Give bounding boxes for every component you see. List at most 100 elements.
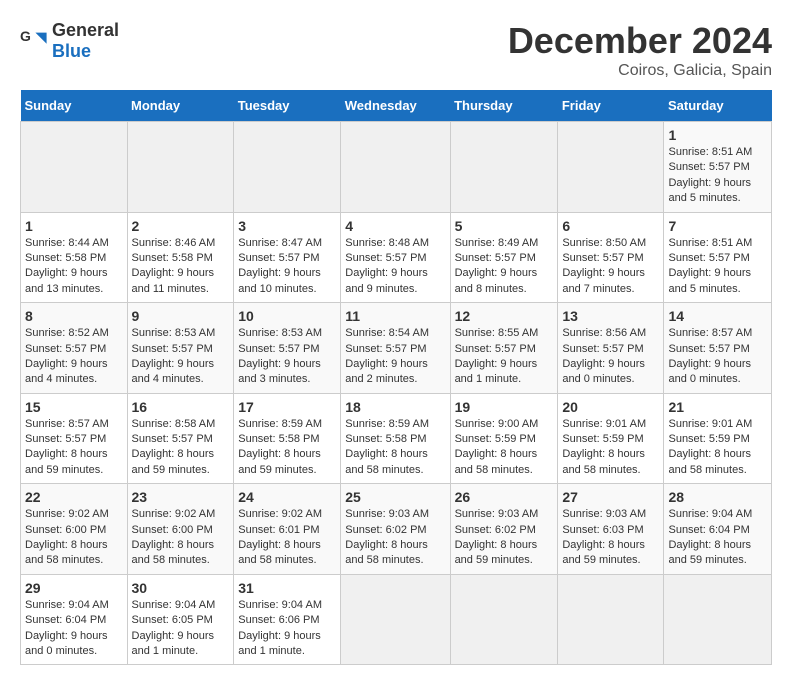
calendar-week-row: 1Sunrise: 8:44 AMSunset: 5:58 PMDaylight… [21, 212, 772, 303]
day-number: 2 [132, 218, 230, 234]
day-info: Sunrise: 9:04 AMSunset: 6:04 PMDaylight:… [25, 598, 123, 660]
day-info: Sunrise: 8:57 AMSunset: 5:57 PMDaylight:… [25, 417, 123, 479]
sunrise-text: Sunrise: 9:03 AM [455, 508, 539, 520]
sunset-text: Sunset: 5:57 PM [25, 343, 106, 355]
sunrise-text: Sunrise: 8:51 AM [668, 237, 752, 249]
sunrise-text: Sunrise: 9:01 AM [668, 418, 752, 430]
day-info: Sunrise: 9:02 AMSunset: 6:00 PMDaylight:… [132, 507, 230, 569]
calendar-week-row: 29Sunrise: 9:04 AMSunset: 6:04 PMDayligh… [21, 574, 772, 665]
logo: G General Blue [20, 20, 119, 62]
daylight-text: Daylight: 9 hours and 2 minutes. [345, 358, 428, 385]
sunrise-text: Sunrise: 9:02 AM [25, 508, 109, 520]
sunset-text: Sunset: 5:57 PM [562, 252, 643, 264]
day-of-week-header: Thursday [450, 90, 558, 122]
calendar-week-row: 1Sunrise: 8:51 AMSunset: 5:57 PMDaylight… [21, 122, 772, 213]
daylight-text: Daylight: 8 hours and 58 minutes. [132, 539, 215, 566]
calendar-day-cell: 1Sunrise: 8:44 AMSunset: 5:58 PMDaylight… [21, 212, 128, 303]
calendar-day-cell [558, 574, 664, 665]
day-number: 5 [455, 218, 554, 234]
day-info: Sunrise: 8:50 AM Sunset: 5:57 PM Daylight:… [562, 236, 659, 298]
day-number: 3 [238, 218, 336, 234]
sunrise-text: Sunrise: 9:04 AM [668, 508, 752, 520]
sunrise-text: Sunrise: 8:56 AM [562, 327, 646, 339]
calendar-day-cell: 26Sunrise: 9:03 AMSunset: 6:02 PMDayligh… [450, 484, 558, 575]
calendar-week-row: 8Sunrise: 8:52 AMSunset: 5:57 PMDaylight… [21, 303, 772, 394]
sunrise-text: Sunrise: 9:02 AM [238, 508, 322, 520]
svg-text:G: G [20, 28, 31, 44]
calendar-day-cell: 28Sunrise: 9:04 AMSunset: 6:04 PMDayligh… [664, 484, 772, 575]
calendar-day-cell: 2Sunrise: 8:46 AMSunset: 5:58 PMDaylight… [127, 212, 234, 303]
calendar-day-cell [127, 122, 234, 213]
calendar-day-cell: 15 Sunrise: 8:57 AMSunset: 5:57 PMDayligh… [21, 393, 128, 484]
day-info: Sunrise: 8:44 AMSunset: 5:58 PMDaylight:… [25, 236, 123, 298]
daylight-text: Daylight: 8 hours and 59 minutes. [562, 539, 645, 566]
sunrise-text: Sunrise: 9:01 AM [562, 418, 646, 430]
sunrise-text: Sunrise: 8:58 AM [132, 418, 216, 430]
calendar-day-cell: 10Sunrise: 8:53 AMSunset: 5:57 PMDayligh… [234, 303, 341, 394]
sunset-text: Sunset: 6:04 PM [25, 614, 106, 626]
daylight-text: Daylight: 8 hours and 59 minutes. [25, 448, 108, 475]
sunset-text: Sunset: 5:57 PM [345, 252, 426, 264]
sunset-text: Sunset: 5:57 PM [668, 252, 749, 264]
daylight-text: Daylight: 8 hours and 58 minutes. [562, 448, 645, 475]
sunset-text: Sunset: 5:57 PM [668, 343, 749, 355]
day-number: 6 [562, 218, 659, 234]
daylight-text: Daylight: 9 hours and 9 minutes. [345, 267, 428, 294]
calendar-day-cell: 9Sunrise: 8:53 AMSunset: 5:57 PMDaylight… [127, 303, 234, 394]
logo-general-text: General [52, 20, 119, 40]
daylight-text: Daylight: 9 hours and 3 minutes. [238, 358, 321, 385]
sunrise-text: Sunrise: 8:49 AM [455, 237, 539, 249]
daylight-text: Daylight: 9 hours and 13 minutes. [25, 267, 108, 294]
sunset-text: Sunset: 6:06 PM [238, 614, 319, 626]
day-number: 14 [668, 308, 767, 324]
sunset-text: Sunset: 6:05 PM [132, 614, 213, 626]
sunset-text: Sunset: 6:00 PM [132, 524, 213, 536]
daylight-text: Daylight: 8 hours and 58 minutes. [345, 539, 428, 566]
day-info: Sunrise: 9:04 AMSunset: 6:06 PMDaylight:… [238, 598, 336, 660]
logo-blue-text: Blue [52, 41, 91, 61]
day-info: Sunrise: 8:59 AMSunset: 5:58 PMDaylight:… [345, 417, 445, 479]
day-number: 20 [562, 399, 659, 415]
sunrise-text: Sunrise: 8:50 AM [562, 237, 646, 249]
day-of-week-header: Wednesday [341, 90, 450, 122]
day-number: 8 [25, 308, 123, 324]
day-info: Sunrise: 8:51 AM Sunset: 5:57 PM Daylight:… [668, 236, 767, 298]
daylight-text: Daylight: 9 hours and 5 minutes. [668, 267, 751, 294]
calendar-day-cell: 29Sunrise: 9:04 AMSunset: 6:04 PMDayligh… [21, 574, 128, 665]
daylight-text: Daylight: 9 hours and 4 minutes. [25, 358, 108, 385]
day-number: 17 [238, 399, 336, 415]
sunset-text: Sunset: 5:57 PM [132, 433, 213, 445]
day-info: Sunrise: 8:53 AMSunset: 5:57 PMDaylight:… [132, 326, 230, 388]
day-info: Sunrise: 8:55 AMSunset: 5:57 PMDaylight:… [455, 326, 554, 388]
day-number: 21 [668, 399, 767, 415]
sunrise-text: Sunrise: 9:03 AM [562, 508, 646, 520]
daylight-text: Daylight: 9 hours and 7 minutes. [562, 267, 645, 294]
calendar-day-cell [664, 574, 772, 665]
sunset-text: Sunset: 5:57 PM [238, 343, 319, 355]
sunrise-text: Sunrise: 8:53 AM [132, 327, 216, 339]
calendar-day-cell [234, 122, 341, 213]
day-info: Sunrise: 9:04 AMSunset: 6:04 PMDaylight:… [668, 507, 767, 569]
sunset-text: Sunset: 5:57 PM [132, 343, 213, 355]
calendar-day-cell: 19Sunrise: 9:00 AMSunset: 5:59 PMDayligh… [450, 393, 558, 484]
daylight-text: Daylight: 8 hours and 58 minutes. [455, 448, 538, 475]
sunset-text: Sunset: 6:01 PM [238, 524, 319, 536]
daylight-text: Daylight: 8 hours and 59 minutes. [238, 448, 321, 475]
day-info: Sunrise: 9:04 AMSunset: 6:05 PMDaylight:… [132, 598, 230, 660]
daylight-text: Daylight: 8 hours and 59 minutes. [455, 539, 538, 566]
calendar-day-cell: 31Sunrise: 9:04 AMSunset: 6:06 PMDayligh… [234, 574, 341, 665]
calendar-day-cell [450, 122, 558, 213]
calendar-day-cell: 22Sunrise: 9:02 AMSunset: 6:00 PMDayligh… [21, 484, 128, 575]
day-number: 19 [455, 399, 554, 415]
daylight-text: Daylight: 9 hours and 0 minutes. [562, 358, 645, 385]
day-info: Sunrise: 9:03 AMSunset: 6:02 PMDaylight:… [345, 507, 445, 569]
day-number: 15 [25, 399, 123, 415]
sunrise-text: Sunrise: 8:46 AM [132, 237, 216, 249]
sunrise-text: Sunrise: 8:51 AM [668, 146, 752, 158]
day-number: 30 [132, 580, 230, 596]
daylight-text: Daylight: 9 hours and 11 minutes. [132, 267, 215, 294]
calendar-day-cell: 16Sunrise: 8:58 AMSunset: 5:57 PMDayligh… [127, 393, 234, 484]
day-number: 23 [132, 489, 230, 505]
daylight-text: Daylight: 9 hours and 10 minutes. [238, 267, 321, 294]
sunrise-text: Sunrise: 8:53 AM [238, 327, 322, 339]
